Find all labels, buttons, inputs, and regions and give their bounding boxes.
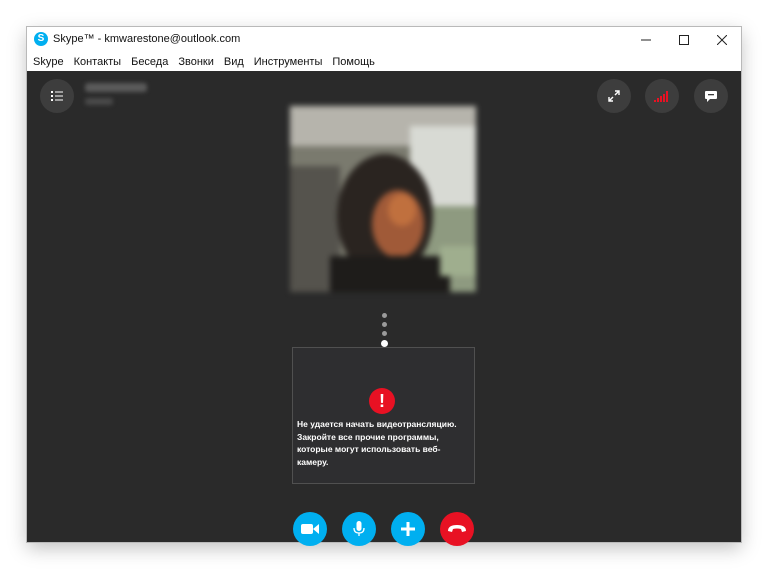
video-camera-icon bbox=[301, 524, 319, 534]
skype-logo-icon: S bbox=[34, 32, 48, 46]
menu-item-help[interactable]: Помощь bbox=[327, 53, 380, 71]
error-icon: ! bbox=[369, 388, 395, 414]
add-participant-button[interactable] bbox=[391, 512, 425, 546]
menu-item-skype[interactable]: Skype bbox=[27, 53, 69, 71]
list-icon bbox=[51, 91, 63, 101]
call-quality-button[interactable] bbox=[645, 79, 679, 113]
self-video-panel: ! Не удается начать видеотрансляцию. Зак… bbox=[292, 347, 475, 484]
expand-icon bbox=[608, 90, 620, 102]
window-title: Skype™ - kmwarestone@outlook.com bbox=[53, 33, 241, 45]
maximize-icon bbox=[679, 35, 689, 45]
menu-bar: Skype Контакты Беседа Звонки Вид Инструм… bbox=[27, 53, 741, 72]
mute-button[interactable] bbox=[342, 512, 376, 546]
call-controls bbox=[292, 512, 475, 546]
signal-strength-icon bbox=[654, 91, 668, 102]
close-icon bbox=[717, 35, 727, 45]
menu-item-tools[interactable]: Инструменты bbox=[249, 53, 328, 71]
hang-up-button[interactable] bbox=[440, 512, 474, 546]
maximize-button[interactable] bbox=[665, 27, 703, 53]
menu-item-contacts[interactable]: Контакты bbox=[69, 53, 127, 71]
contact-status-redacted bbox=[85, 98, 113, 105]
menu-item-calls[interactable]: Звонки bbox=[173, 53, 219, 71]
progress-dot bbox=[381, 313, 387, 318]
close-button[interactable] bbox=[703, 27, 741, 53]
chat-bubble-icon bbox=[705, 90, 717, 102]
video-toggle-button[interactable] bbox=[293, 512, 327, 546]
title-bar: S Skype™ - kmwarestone@outlook.com bbox=[27, 27, 741, 53]
contact-avatar bbox=[290, 106, 476, 292]
participants-list-button[interactable] bbox=[40, 79, 74, 113]
minimize-button[interactable] bbox=[627, 27, 665, 53]
progress-dot-active bbox=[380, 340, 388, 347]
call-stage: ! Не удается начать видеотрансляцию. Зак… bbox=[27, 71, 741, 546]
contact-name-redacted bbox=[85, 83, 147, 92]
menu-item-conversation[interactable]: Беседа bbox=[126, 53, 173, 71]
progress-dot bbox=[381, 331, 387, 336]
plus-icon bbox=[401, 522, 415, 536]
skype-window: S Skype™ - kmwarestone@outlook.com Skype… bbox=[27, 27, 741, 546]
minimize-icon bbox=[641, 39, 651, 41]
hang-up-icon bbox=[448, 525, 466, 532]
progress-dot bbox=[381, 322, 387, 327]
window-controls bbox=[627, 27, 741, 53]
video-error-message: Не удается начать видеотрансляцию. Закро… bbox=[297, 419, 457, 467]
fullscreen-button[interactable] bbox=[597, 79, 631, 113]
menu-item-view[interactable]: Вид bbox=[219, 53, 249, 71]
chat-button[interactable] bbox=[694, 79, 728, 113]
avatar-image bbox=[290, 106, 476, 292]
microphone-icon bbox=[353, 521, 365, 536]
